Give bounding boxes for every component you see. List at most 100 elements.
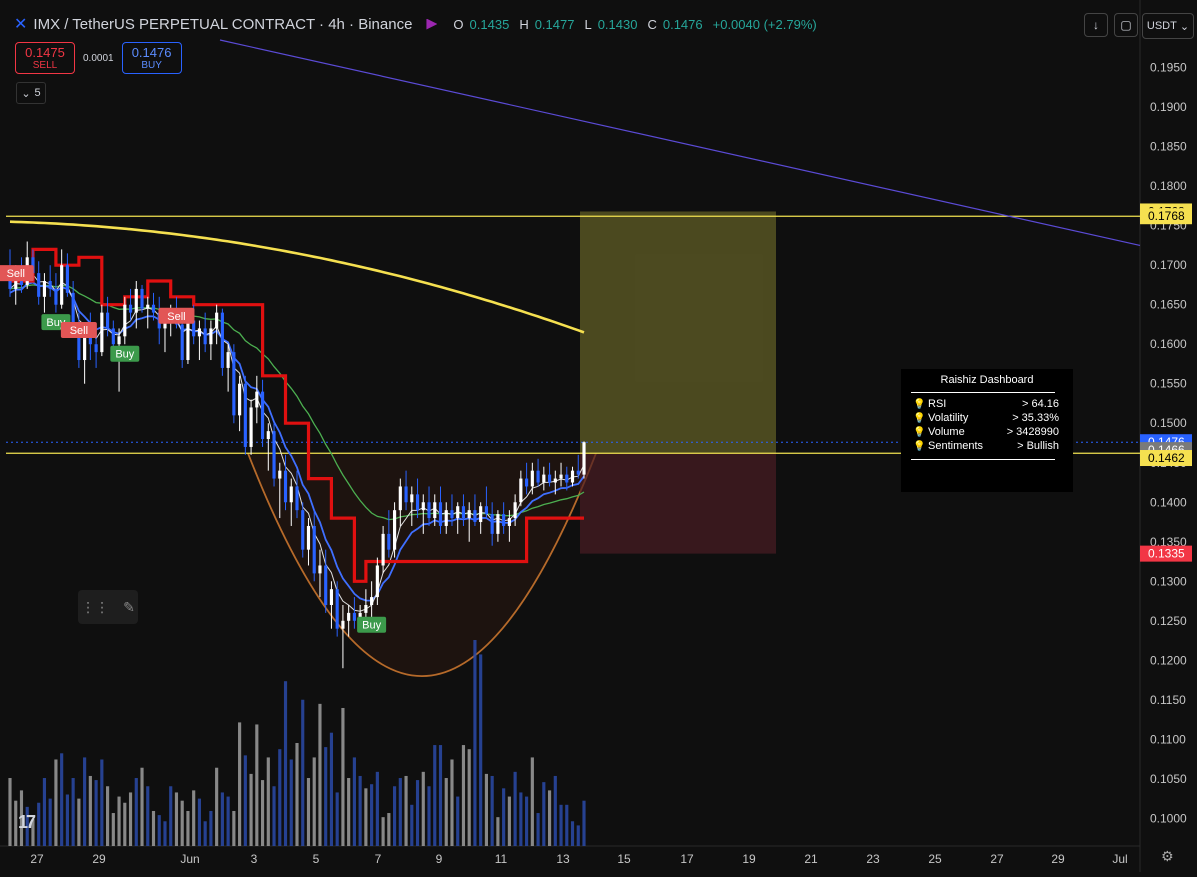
time-axis-tick: 19: [742, 852, 756, 866]
currency-select[interactable]: USDT ⌄: [1142, 13, 1194, 39]
gear-icon[interactable]: ⚙: [1161, 848, 1174, 865]
candle-body: [128, 304, 133, 313]
target-zone: [580, 211, 776, 454]
symbol-title[interactable]: IMX / TetherUS PERPETUAL CONTRACT · 4h ·…: [33, 16, 412, 33]
candle-body: [438, 502, 443, 526]
candle-body: [203, 328, 207, 345]
market-status-icon[interactable]: [426, 18, 438, 30]
candle-body: [536, 470, 540, 483]
candle-body: [100, 312, 104, 353]
volume-bar: [570, 821, 575, 846]
dashboard-row-volume: 💡 Volume > 3428990: [901, 425, 1073, 439]
dashboard-value: > Bullish: [1017, 440, 1059, 452]
candle-body: [427, 502, 431, 519]
volume-bar: [71, 778, 75, 846]
currency-value: USDT: [1146, 20, 1177, 32]
price-axis-tick: 0.1650: [1150, 298, 1187, 312]
candle-body: [83, 336, 87, 361]
volume-bar: [260, 780, 265, 846]
chevron-down-icon: ⌄: [21, 87, 31, 100]
candle-body: [260, 391, 265, 440]
volume-bar: [151, 810, 156, 846]
candle-body: [266, 431, 270, 440]
dashboard-value: > 35.33%: [1012, 412, 1059, 424]
time-axis-tick: 25: [928, 852, 942, 866]
time-axis-tick: 11: [495, 852, 508, 866]
volume-bar: [410, 804, 414, 846]
candle-body: [415, 494, 420, 511]
candle-body: [393, 510, 397, 550]
spread-value: 0.0001: [83, 52, 114, 64]
volume-bar: [502, 788, 506, 846]
dashboard-divider: [911, 459, 1055, 460]
volume-bar: [77, 798, 81, 846]
dashboard-row-rsi: 💡 RSI > 64.16: [901, 397, 1073, 411]
candle-body: [117, 336, 121, 345]
volume-bar: [347, 778, 351, 846]
volume-bar: [370, 784, 374, 846]
indicators-toggle-button[interactable]: ⌄ 5: [16, 82, 46, 104]
chart-header: ✕ IMX / TetherUS PERPETUAL CONTRACT · 4h…: [14, 14, 821, 34]
volume-bar: [192, 790, 196, 846]
volume-bar: [404, 775, 408, 846]
candle-body: [370, 597, 374, 605]
volume-bar: [444, 778, 448, 846]
buy-signal: Buy: [357, 616, 387, 633]
drag-handle-icon[interactable]: ⋮⋮: [81, 599, 109, 616]
candle-body: [324, 565, 328, 605]
price-label-text: 0.1462: [1148, 451, 1185, 465]
dashboard-row-volatility: 💡 Volatility > 35.33%: [901, 411, 1073, 425]
dashboard-value: > 3428990: [1006, 426, 1059, 438]
indicators-count: 5: [34, 87, 41, 99]
volume-bar: [123, 802, 127, 846]
candle-body: [123, 304, 127, 337]
high-value: 0.1477: [534, 16, 575, 32]
candle-body: [576, 470, 580, 475]
candle-body: [197, 328, 201, 337]
high-label: H: [519, 16, 529, 32]
candle-body: [467, 510, 471, 519]
volume-bar: [60, 753, 64, 846]
buy-button[interactable]: 0.1476 BUY: [121, 42, 182, 74]
floating-drawing-toolbar[interactable]: ⋮⋮ ✎: [78, 590, 138, 624]
volume-bar: [398, 778, 402, 846]
price-axis-tick: 0.1550: [1150, 377, 1187, 391]
candle-body: [60, 265, 64, 305]
time-axis-tick: Jun: [180, 852, 199, 866]
price-axis-tick: 0.1800: [1150, 179, 1187, 193]
candle-body: [335, 589, 339, 629]
volume-bar: [427, 786, 431, 846]
candle-body: [456, 506, 460, 519]
arrow-down-icon: ↓: [1093, 18, 1099, 32]
sell-button[interactable]: 0.1475 SELL: [15, 42, 75, 74]
brush-icon[interactable]: ✎: [123, 599, 135, 616]
price-label-text: 0.1768: [1148, 209, 1185, 223]
volume-bar: [456, 796, 460, 846]
price-axis-tick: 0.1050: [1150, 772, 1187, 786]
candle-body: [381, 533, 385, 566]
volume-bar: [393, 786, 397, 846]
candle-body: [209, 328, 213, 345]
open-value: 0.1435: [469, 16, 510, 32]
price-axis-tick: 0.1850: [1150, 140, 1187, 154]
volume-bar: [576, 825, 580, 846]
volume-bar: [306, 778, 311, 846]
candle-body: [398, 486, 402, 511]
time-axis-tick: 9: [436, 852, 443, 866]
auto-scale-button[interactable]: ▢: [1114, 13, 1138, 37]
volume-bar: [473, 640, 477, 846]
buy-signal: Buy: [110, 345, 140, 362]
volume-bar: [318, 703, 322, 846]
candle-body: [341, 620, 345, 629]
candle-body: [215, 312, 219, 329]
candle-body: [553, 478, 557, 483]
volume-bar: [289, 759, 293, 846]
tradingview-logo[interactable]: 17: [18, 812, 36, 833]
volume-bar: [507, 796, 511, 846]
candle-body: [421, 502, 425, 511]
candle-body: [375, 565, 379, 598]
time-axis-tick: 29: [1051, 852, 1065, 866]
volume-bar: [467, 749, 471, 846]
download-button[interactable]: ↓: [1084, 13, 1108, 37]
candle-body: [301, 510, 305, 550]
